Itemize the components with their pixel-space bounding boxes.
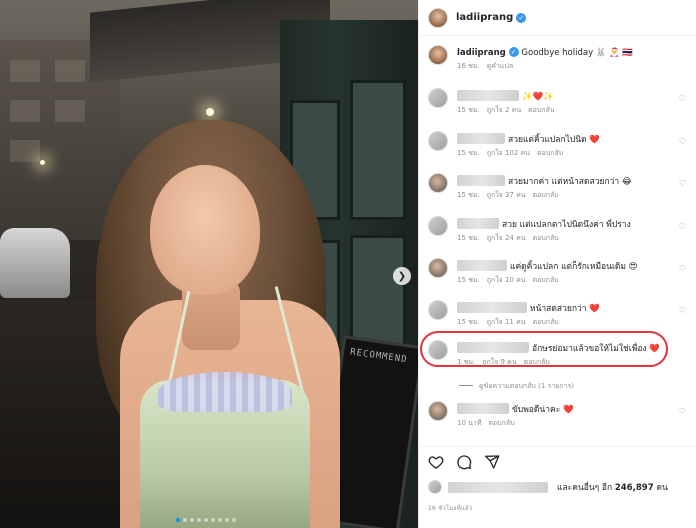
heart-icon (428, 455, 444, 469)
comment-age: 1 ชม. (457, 358, 476, 366)
comment-list[interactable]: ladiiprang ✓ Goodbye holiday 🐰 🎅 🇹🇭 16 ชม… (419, 37, 696, 445)
comment-likes[interactable]: ถูกใจ 2 คน (487, 106, 521, 114)
reply-button[interactable]: ตอบกลับ (524, 358, 550, 366)
like-heart-icon[interactable]: ♡ (679, 407, 686, 416)
caption-text: Goodbye holiday 🐰 🎅 🇹🇭 (521, 48, 633, 58)
redacted-username (457, 218, 499, 229)
like-button[interactable] (428, 454, 444, 470)
comment-age: 15 ชม. (457, 318, 480, 326)
avatar[interactable] (428, 173, 448, 193)
verified-icon: ✓ (516, 12, 527, 23)
comment-text: สวยมากค่า แต่หน้าสดสวยกว่า 😂 (508, 177, 632, 187)
like-heart-icon[interactable]: ♡ (679, 137, 686, 146)
redacted-username (457, 175, 505, 186)
sign-text: RECOMMEND (349, 347, 409, 366)
comment-likes[interactable]: ถูกใจ 37 คน (487, 191, 526, 199)
street-light (206, 108, 214, 116)
post-header: ladiiprang ✓ (419, 0, 696, 36)
carousel-dots (176, 518, 236, 522)
send-icon (485, 454, 500, 469)
post-actions (419, 446, 696, 476)
like-heart-icon[interactable]: ♡ (679, 179, 686, 188)
comment-text: อักษรย่อมาแล้วขอให้ไม่ใช่เพื่อง ❤️ (532, 344, 660, 354)
reply-button[interactable]: ตอบกลับ (533, 318, 559, 326)
reply-button[interactable]: ตอบกลับ (533, 234, 559, 242)
avatar[interactable] (428, 216, 448, 236)
likes-prefix[interactable]: และคนอื่นๆ อีก (557, 483, 612, 493)
view-replies-link[interactable]: ดูข้อความตอบกลับ (1 รายการ) (459, 381, 574, 392)
reply-button[interactable]: ตอบกลับ (533, 276, 559, 284)
like-heart-icon[interactable]: ♡ (679, 222, 686, 231)
comment-age: 15 ชม. (457, 191, 480, 199)
redacted-username (457, 342, 529, 353)
post-photo[interactable]: RECOMMEND ❯ (0, 0, 418, 528)
comment-age: 15 ชม. (457, 276, 480, 284)
comment-text: ขับพอดีน่าคะ ❤️ (512, 405, 574, 415)
comment-likes[interactable]: ถูกใจ 11 คน (487, 318, 526, 326)
person-face (150, 165, 260, 295)
like-heart-icon[interactable]: ♡ (679, 264, 686, 273)
caption-age: 16 ชม. (457, 62, 480, 70)
dress-lace (158, 372, 292, 412)
post-side-panel: ladiiprang ✓ ladiiprang ✓ Goodbye holiday… (418, 0, 696, 528)
comment-icon (457, 454, 472, 469)
comment-text: สวย แต่แปลกตาไปนิดนึงค่า พี่ปราง (502, 220, 631, 230)
redacted-username (457, 133, 505, 144)
reply-button[interactable]: ตอบกลับ (533, 191, 559, 199)
comment-button[interactable] (456, 454, 472, 470)
avatar[interactable] (428, 258, 448, 278)
reply-button[interactable]: ตอบกลับ (488, 419, 514, 427)
verified-icon: ✓ (508, 47, 519, 57)
likes-suffix: คน (656, 483, 668, 493)
avatar[interactable] (428, 7, 448, 28)
avatar[interactable] (428, 88, 448, 108)
likes-summary: และคนอื่นๆ อีก 246,897 คน (428, 480, 668, 494)
comment-likes[interactable]: ถูกใจ 9 คน (482, 358, 516, 366)
avatar[interactable] (428, 131, 448, 151)
comment-likes[interactable]: ถูกใจ 10 คน (487, 276, 526, 284)
next-photo-button[interactable]: ❯ (393, 267, 411, 285)
comment-text: หน้าสดสวยกว่า ❤️ (530, 304, 600, 314)
redacted-username (457, 90, 519, 101)
caption-username[interactable]: ladiiprang (457, 48, 506, 58)
comment-age: 10 นาที (457, 419, 482, 427)
share-button[interactable] (484, 454, 500, 470)
chevron-right-icon: ❯ (397, 270, 407, 282)
comment-text: สวยแต่คิ้วแปลกไปนิด ❤️ (508, 135, 600, 145)
redacted-username (457, 302, 527, 313)
avatar[interactable] (428, 300, 448, 320)
parked-car (0, 228, 70, 298)
avatar[interactable] (428, 401, 448, 421)
header-username[interactable]: ladiiprang (456, 12, 513, 23)
comment-text: ✨❤️✨ (522, 92, 554, 102)
avatar[interactable] (428, 45, 448, 65)
translate-link[interactable]: ดูคำแปล (487, 62, 513, 70)
redacted-username (448, 481, 548, 493)
like-heart-icon[interactable]: ♡ (679, 94, 686, 103)
comment-age: 15 ชม. (457, 149, 480, 157)
reply-button[interactable]: ตอบกลับ (537, 149, 563, 157)
post-time-ago: 16 ชั่วโมงที่แล้ว (428, 505, 473, 512)
comment-likes[interactable]: ถูกใจ 102 คน (487, 149, 530, 157)
comment-age: 15 ชม. (457, 234, 480, 242)
likes-count[interactable]: 246,897 (615, 483, 654, 493)
reply-button[interactable]: ตอบกลับ (528, 106, 554, 114)
comment-age: 15 ชม. (457, 106, 480, 114)
avatar[interactable] (428, 340, 448, 360)
redacted-username (457, 260, 507, 271)
like-heart-icon[interactable]: ♡ (679, 306, 686, 315)
redacted-username (457, 403, 509, 414)
avatar[interactable] (428, 480, 442, 494)
comment-likes[interactable]: ถูกใจ 24 คน (487, 234, 526, 242)
street-light (40, 160, 45, 165)
comment-text: แค่ดูคิ้วแปลก แต่ก็รักเหมือนเดิม 😍 (510, 262, 638, 272)
